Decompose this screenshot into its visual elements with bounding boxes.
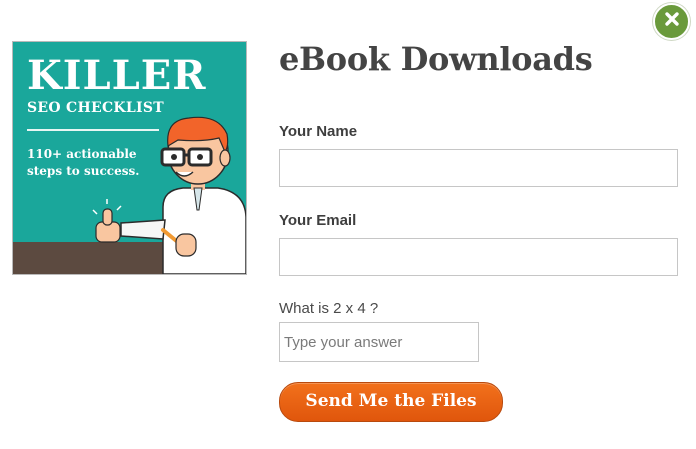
ebook-cover-image: KILLER SEO CHECKLIST 110+ actionable ste… bbox=[12, 41, 247, 275]
captcha-question: What is 2 x 4 ? bbox=[279, 300, 379, 317]
cover-subtitle: SEO CHECKLIST bbox=[27, 100, 165, 116]
ebook-download-modal: KILLER SEO CHECKLIST 110+ actionable ste… bbox=[0, 0, 696, 449]
captcha-answer-input[interactable] bbox=[279, 322, 479, 362]
modal-title: eBook Downloads bbox=[279, 40, 593, 78]
email-label: Your Email bbox=[279, 212, 357, 229]
close-icon bbox=[664, 11, 680, 32]
name-field[interactable] bbox=[279, 149, 678, 187]
cover-title: KILLER bbox=[27, 52, 207, 99]
close-button[interactable] bbox=[653, 3, 690, 40]
email-field[interactable] bbox=[279, 238, 678, 276]
cover-divider bbox=[27, 129, 159, 131]
send-files-button[interactable]: Send Me the Files bbox=[279, 382, 503, 422]
cover-tagline: 110+ actionable steps to success. bbox=[27, 147, 140, 178]
name-label: Your Name bbox=[279, 123, 358, 140]
